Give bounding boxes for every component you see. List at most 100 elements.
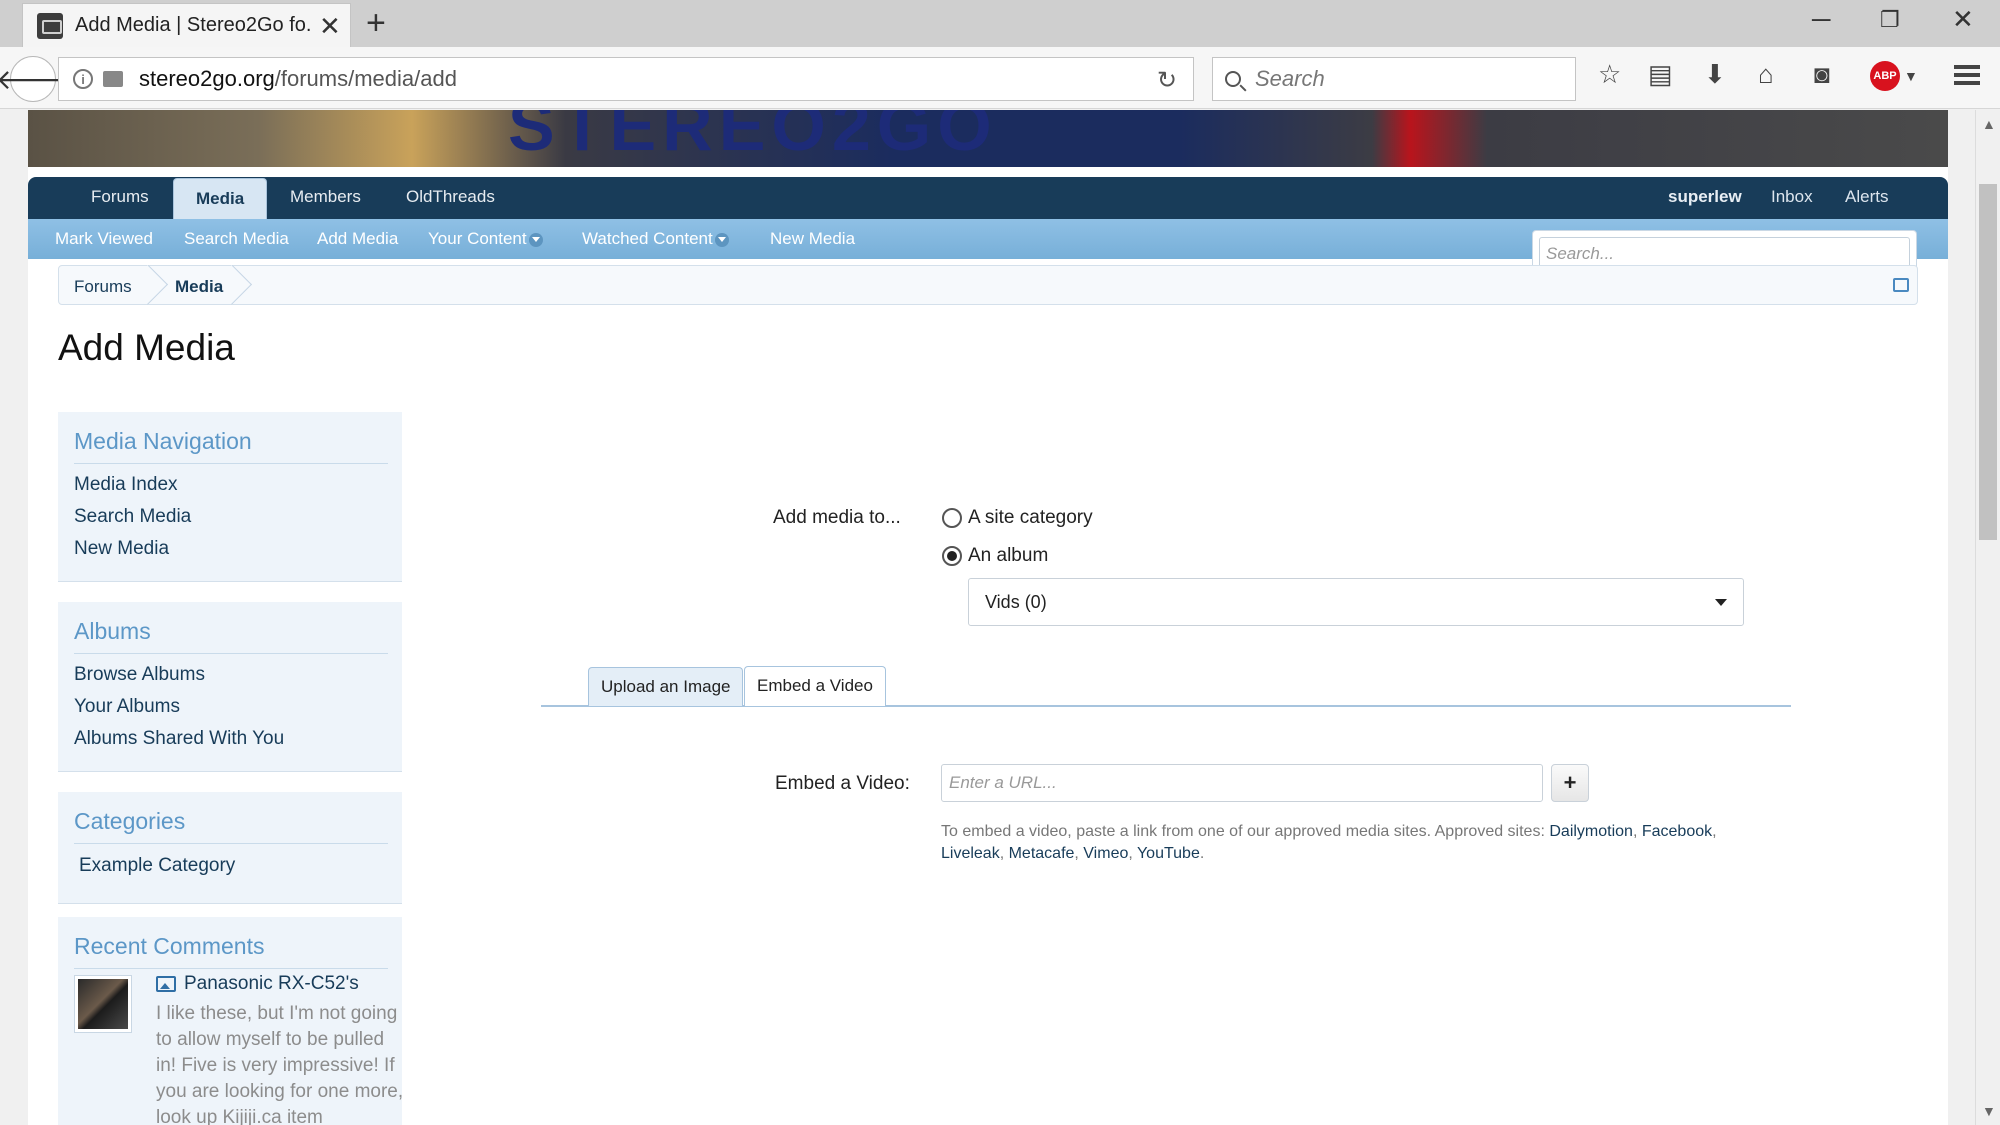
subnav-search-media[interactable]: Search Media — [184, 229, 289, 249]
dropdown-arrow-icon[interactable] — [714, 232, 729, 247]
help-prefix: To embed a video, paste a link from one … — [941, 823, 1545, 840]
site-favicon-icon — [37, 12, 63, 39]
dropdown-arrow-icon[interactable] — [528, 232, 543, 247]
scrollbar-thumb[interactable] — [1979, 184, 1997, 540]
album-radio[interactable] — [942, 546, 962, 566]
url-text[interactable]: stereo2go.org/forums/media/add — [139, 66, 457, 92]
site-link-metacafe[interactable]: Metacafe — [1009, 845, 1075, 862]
sidebar-albums: Albums Browse Albums Your Albums Albums … — [58, 602, 402, 772]
info-icon[interactable]: i — [73, 69, 93, 89]
browser-search-box[interactable]: Search — [1212, 57, 1576, 101]
option-site-category[interactable]: A site category — [942, 507, 1093, 529]
tab-members[interactable]: Members — [290, 187, 361, 207]
breadcrumb-media[interactable]: Media — [175, 277, 223, 297]
adblock-icon[interactable]: ABP — [1870, 61, 1900, 91]
address-bar[interactable]: i stereo2go.org/forums/media/add ↻ — [58, 57, 1194, 101]
divider — [74, 968, 388, 969]
subnav-mark-viewed[interactable]: Mark Viewed — [55, 229, 153, 249]
tab-upload-image[interactable]: Upload an Image — [588, 667, 744, 706]
reading-list-icon[interactable]: ▤ — [1648, 61, 1673, 87]
browser-tabstrip: Add Media | Stereo2Go fo... ✕ + ─ ❐ ✕ — [0, 0, 2000, 47]
menu-icon[interactable] — [1954, 65, 1980, 85]
sidebar-item-browse-albums[interactable]: Browse Albums — [74, 664, 205, 686]
embed-help-text: To embed a video, paste a link from one … — [941, 823, 1717, 862]
breadcrumb-separator — [231, 265, 257, 305]
breadcrumb-forums[interactable]: Forums — [74, 277, 132, 297]
divider — [74, 463, 388, 464]
browser-tab[interactable]: Add Media | Stereo2Go fo... ✕ — [22, 3, 351, 47]
sidebar-item-new-media[interactable]: New Media — [74, 538, 169, 560]
search-icon — [1225, 71, 1241, 87]
option-album[interactable]: An album — [942, 545, 1048, 567]
external-link-icon[interactable] — [1893, 278, 1909, 292]
comment-media-title-label: Panasonic RX-C52's — [184, 973, 359, 994]
subnav-add-media[interactable]: Add Media — [317, 229, 398, 249]
album-label: An album — [968, 545, 1049, 566]
divider — [74, 843, 388, 844]
subnav-new-media[interactable]: New Media — [770, 229, 855, 249]
tab-title: Add Media | Stereo2Go fo... — [75, 14, 311, 36]
back-button[interactable]: 🡐 — [0, 56, 71, 102]
site-category-radio[interactable] — [942, 508, 962, 528]
subnav-watched-content[interactable]: Watched Content — [582, 229, 729, 249]
page-viewport: STEREO2GO Forums Media Members OldThread… — [0, 110, 1975, 1125]
username-link[interactable]: superlew — [1668, 187, 1742, 207]
site-category-label: A site category — [968, 507, 1093, 528]
divider — [74, 653, 388, 654]
sidebar-item-example-category[interactable]: Example Category — [79, 855, 235, 877]
page-icon — [103, 71, 123, 87]
scroll-down-icon[interactable]: ▼ — [1982, 1103, 1996, 1119]
reload-icon[interactable]: ↻ — [1157, 66, 1177, 95]
comment-thumbnail[interactable] — [74, 975, 132, 1033]
site-link-dailymotion[interactable]: Dailymotion — [1549, 823, 1633, 840]
page-scrollbar[interactable]: ▲ ▼ — [1975, 110, 2000, 1125]
close-tab-icon[interactable]: ✕ — [319, 13, 341, 39]
browser-search-placeholder: Search — [1255, 66, 1325, 91]
image-icon — [156, 976, 176, 992]
tab-oldthreads[interactable]: OldThreads — [406, 187, 495, 207]
subnav-watched-content-label: Watched Content — [582, 229, 713, 248]
site-banner: STEREO2GO — [28, 110, 1948, 167]
album-select[interactable]: Vids (0) — [968, 578, 1744, 626]
adblock-dropdown-icon[interactable]: ▼ — [1904, 69, 1918, 83]
subnav-your-content[interactable]: Your Content — [428, 229, 543, 249]
sidebar-item-your-albums[interactable]: Your Albums — [74, 696, 180, 718]
site-link-vimeo[interactable]: Vimeo — [1083, 845, 1128, 862]
add-media-to-label: Add media to... — [773, 507, 901, 528]
sidebar-item-search-media[interactable]: Search Media — [74, 506, 191, 528]
thumbnail-image — [78, 979, 128, 1029]
sidebar-heading: Media Navigation — [74, 428, 252, 454]
new-tab-icon[interactable]: + — [366, 6, 386, 40]
sidebar-heading: Categories — [74, 808, 186, 834]
home-icon[interactable]: ⌂ — [1758, 61, 1774, 87]
embed-video-label: Embed a Video: — [775, 773, 910, 794]
sidebar-item-media-index[interactable]: Media Index — [74, 474, 178, 496]
close-window-icon[interactable]: ✕ — [1952, 6, 1974, 32]
comment-text: I like these, but I'm not going to allow… — [156, 1003, 404, 1125]
sidebar-media-navigation: Media Navigation Media Index Search Medi… — [58, 412, 402, 582]
site-content: Forums Media Members OldThreads superlew… — [28, 167, 1948, 1125]
browser-navbar: 🡐 i stereo2go.org/forums/media/add ↻ Sea… — [0, 47, 2000, 109]
minimize-icon[interactable]: ─ — [1812, 6, 1830, 32]
tab-embed-video[interactable]: Embed a Video — [744, 666, 886, 706]
sidebar-recent-comments: Recent Comments Panasonic RX-C52's I lik… — [58, 917, 403, 1125]
restore-icon[interactable]: ❐ — [1880, 9, 1900, 31]
site-link-liveleak[interactable]: Liveleak — [941, 845, 1000, 862]
inbox-link[interactable]: Inbox — [1771, 187, 1813, 207]
site-link-facebook[interactable]: Facebook — [1642, 823, 1712, 840]
tab-media[interactable]: Media — [173, 178, 268, 219]
sidebar-heading: Albums — [74, 618, 151, 644]
comment-media-title[interactable]: Panasonic RX-C52's — [156, 973, 359, 995]
tab-forums[interactable]: Forums — [91, 187, 149, 207]
bookmark-star-icon[interactable]: ☆ — [1598, 61, 1621, 87]
sidebar-item-albums-shared[interactable]: Albums Shared With You — [74, 728, 284, 750]
pocket-icon[interactable]: ◙ — [1814, 61, 1830, 87]
scroll-up-icon[interactable]: ▲ — [1982, 116, 1996, 132]
site-logo[interactable]: STEREO2GO — [508, 110, 998, 166]
page-title: Add Media — [58, 327, 235, 368]
download-icon[interactable]: ⬇ — [1704, 61, 1726, 87]
site-link-youtube[interactable]: YouTube — [1137, 845, 1200, 862]
alerts-link[interactable]: Alerts — [1845, 187, 1888, 207]
add-url-button[interactable]: + — [1551, 764, 1589, 802]
embed-url-input[interactable]: Enter a URL... — [941, 764, 1543, 802]
